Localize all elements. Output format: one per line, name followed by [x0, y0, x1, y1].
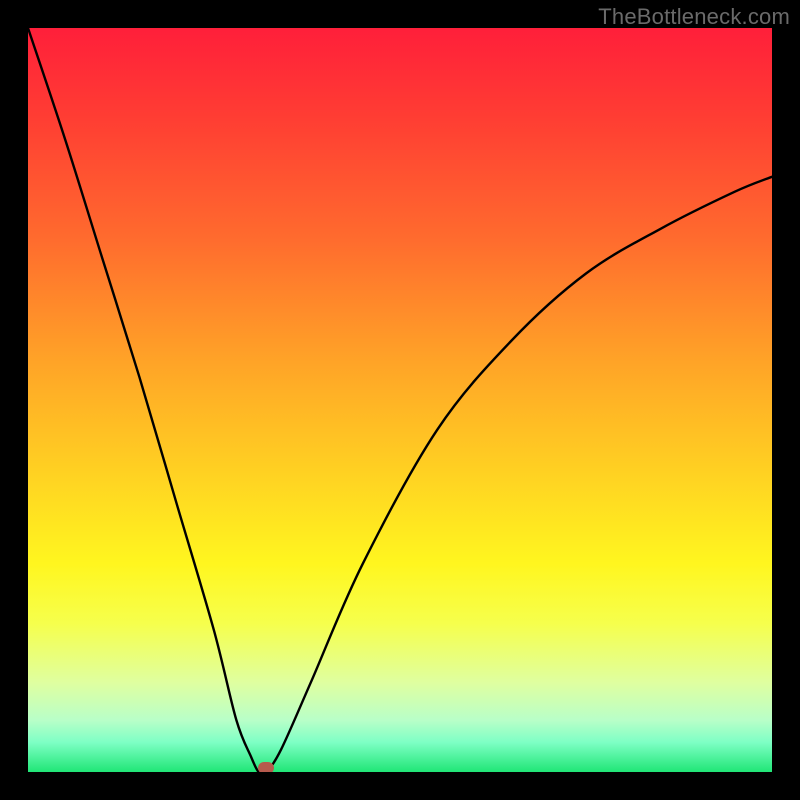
- attribution-label: TheBottleneck.com: [598, 4, 790, 30]
- chart-frame: TheBottleneck.com: [0, 0, 800, 800]
- optimum-marker: [258, 762, 274, 772]
- bottleneck-curve: [28, 28, 772, 772]
- chart-plot-area: [28, 28, 772, 772]
